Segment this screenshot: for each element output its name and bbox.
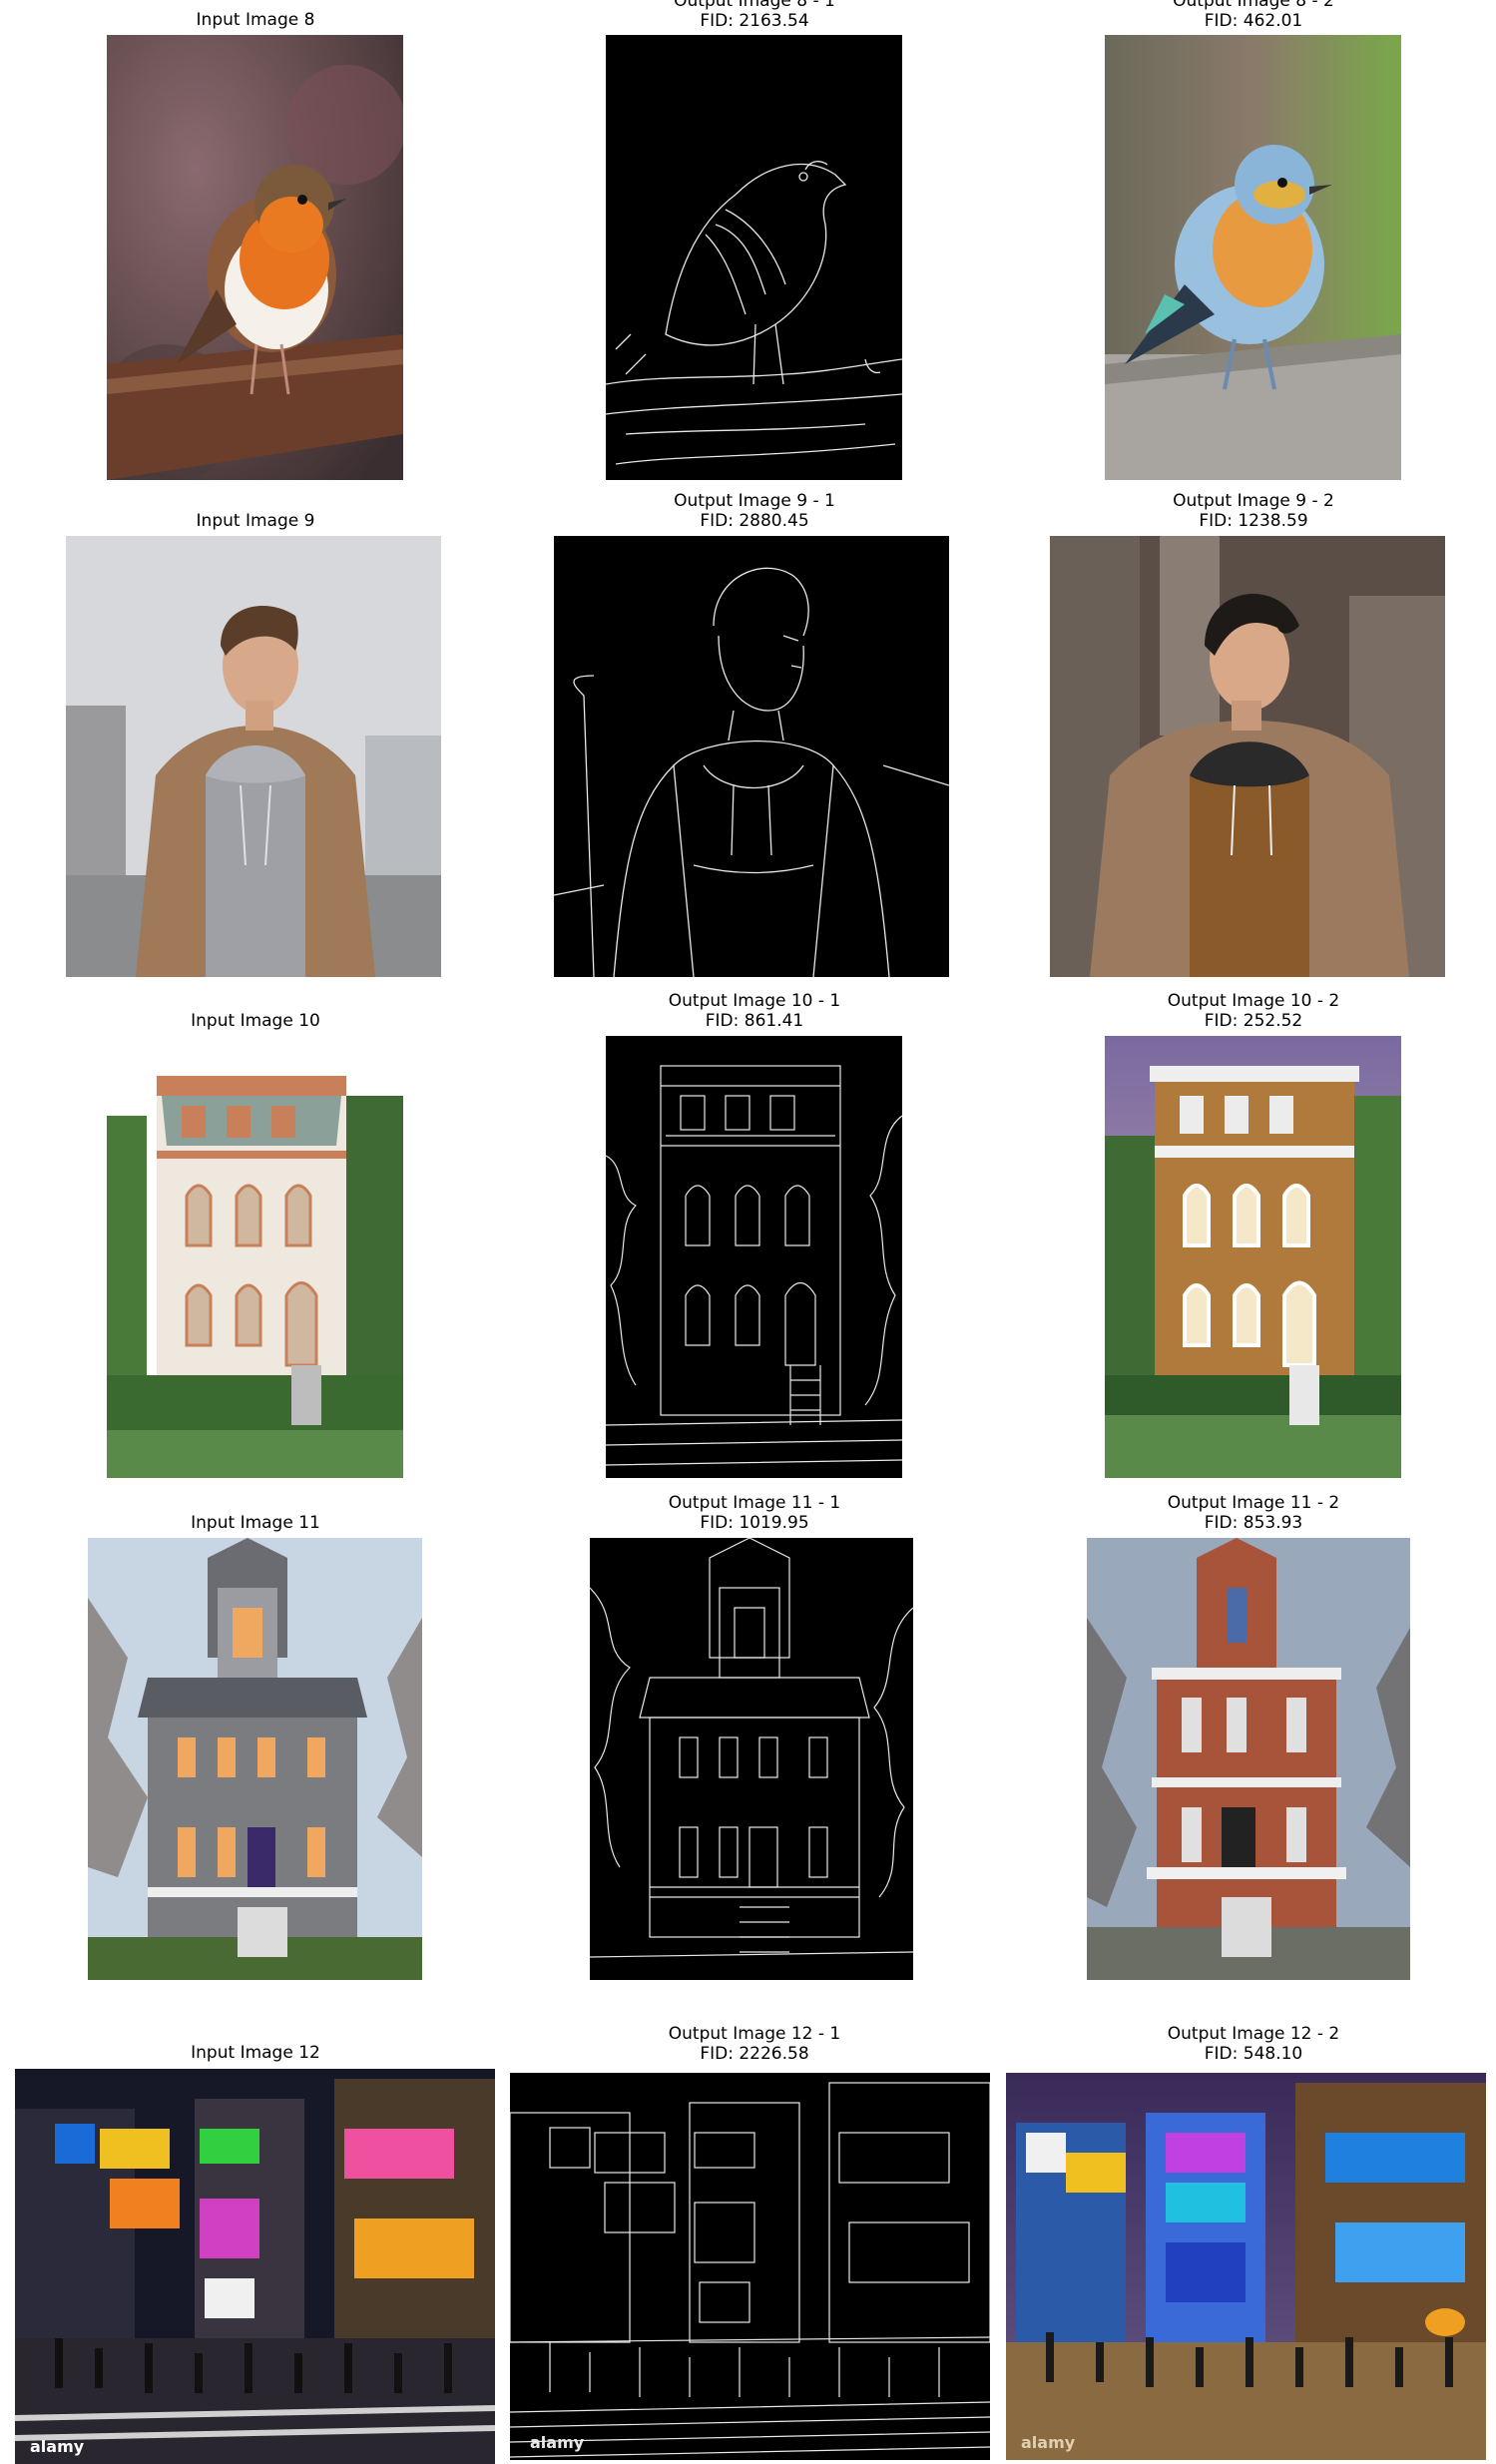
output-image-12-1: alamy	[510, 2073, 990, 2460]
city-crossing-photo	[15, 2069, 495, 2464]
caption-output-11-2: Output Image 11 - 2 FID: 853.93	[1167, 1493, 1340, 1533]
italianate-house-photo	[107, 1036, 403, 1478]
output-image-12-2: alamy	[1006, 2073, 1486, 2460]
alamy-watermark: alamy	[1021, 2433, 1076, 2452]
output-image-9-2	[1050, 536, 1445, 977]
caption-output-10-2: Output Image 10 - 2 FID: 252.52	[1167, 991, 1340, 1031]
caption-output-12-1: Output Image 12 - 1 FID: 2226.58	[668, 2024, 841, 2064]
blue-bird-photo	[1105, 35, 1401, 480]
victorian-mansion-photo	[88, 1538, 422, 1980]
caption-output-8-2: Output Image 8 - 2 FID: 462.01	[1173, 0, 1334, 31]
caption-input-10: Input Image 10	[191, 1011, 320, 1031]
stylized-city-crossing-photo	[1006, 2073, 1486, 2460]
output-image-11-1	[590, 1538, 913, 1980]
input-image-11	[88, 1538, 422, 1980]
input-image-10	[107, 1036, 403, 1478]
caption-input-12: Input Image 12	[191, 2043, 320, 2063]
caption-output-9-2: Output Image 9 - 2 FID: 1238.59	[1173, 491, 1334, 531]
brick-mansion-photo	[1087, 1538, 1410, 1980]
alamy-watermark: alamy	[530, 2433, 585, 2452]
output-image-9-1	[554, 536, 949, 977]
input-image-9	[66, 536, 441, 977]
output-image-11-2	[1087, 1538, 1410, 1980]
output-image-10-2	[1105, 1036, 1401, 1478]
city-edge-map	[510, 2082, 990, 2458]
house-edge-map	[606, 1065, 902, 1466]
caption-output-11-1: Output Image 11 - 1 FID: 1019.95	[668, 1493, 841, 1533]
caption-output-8-1: Output Image 8 - 1 FID: 2163.54	[674, 0, 835, 31]
input-image-12: alamy	[15, 2069, 495, 2464]
caption-input-8: Input Image 8	[196, 10, 315, 30]
man-in-coat-photo	[66, 536, 441, 977]
caption-output-10-1: Output Image 10 - 1 FID: 861.41	[668, 991, 841, 1031]
mansion-edge-map	[590, 1538, 913, 1958]
robin-edge-map	[606, 161, 902, 465]
caption-output-12-2: Output Image 12 - 2 FID: 548.10	[1167, 2024, 1340, 2064]
output-image-10-1	[606, 1036, 902, 1478]
input-image-8	[107, 35, 403, 480]
output-image-8-2	[1105, 35, 1401, 480]
caption-input-11: Input Image 11	[191, 1513, 320, 1533]
caption-input-9: Input Image 9	[196, 511, 315, 531]
man-edge-map	[554, 567, 949, 977]
output-image-8-1	[606, 35, 902, 480]
robin-photo	[107, 35, 403, 480]
brown-house-photo	[1105, 1036, 1401, 1478]
caption-output-9-1: Output Image 9 - 1 FID: 2880.45	[674, 491, 835, 531]
alamy-watermark: alamy	[30, 2437, 85, 2456]
man-in-coat-stylized-photo	[1050, 536, 1445, 977]
